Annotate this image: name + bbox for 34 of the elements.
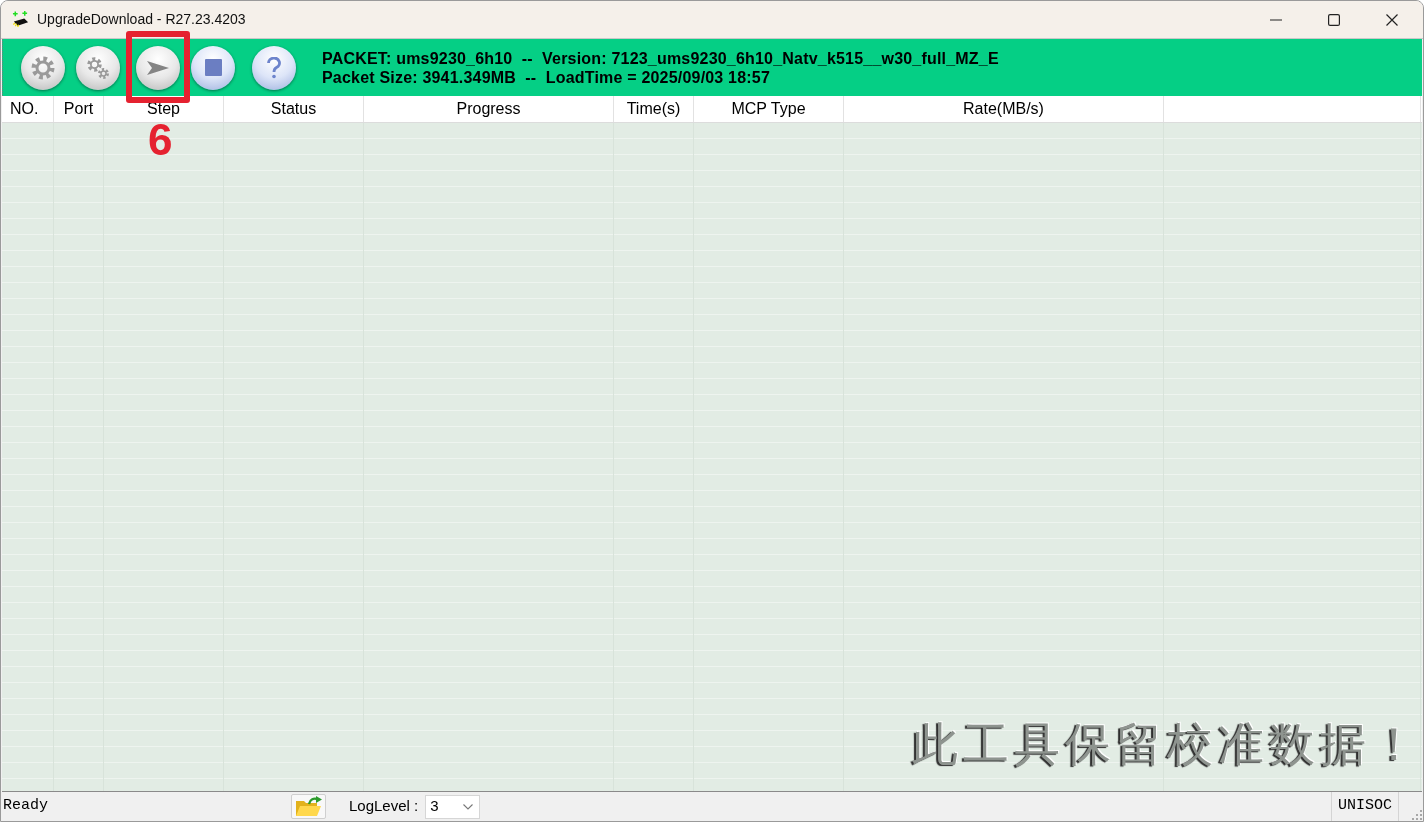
packet-info-text: PACKET: ums9230_6h10 -- Version: 7123_ums9230_6h10_Natv_k515__w30_full_MZ_E [322,48,999,68]
column-header[interactable]: Port [54,96,104,122]
options-button[interactable] [76,45,120,90]
packet-info-text: Packet Size: 3941.349MB -- LoadTime = 2025/09/03 18:57 [322,67,772,87]
open-folder-button[interactable] [291,794,326,819]
column-header[interactable]: Progress [364,96,614,122]
column-header[interactable]: Time(s) [614,96,694,122]
chevron-down-icon [463,803,474,810]
gear-icon [31,55,55,80]
column-header[interactable]: Status [224,96,364,122]
stop-icon [204,59,222,76]
column-header[interactable]: MCP Type [694,96,844,122]
start-button[interactable] [136,45,180,90]
window-title: UpgradeDownload - R27.23.4203 [37,10,246,29]
column-header[interactable]: Rate(MB/s) [844,96,1164,122]
column-header[interactable]: Step [104,96,224,122]
help-button[interactable] [252,45,296,90]
status-text: Ready [3,796,48,817]
column-header[interactable]: NO. [4,96,54,122]
minimize-icon [1270,18,1282,21]
maximize-icon [1328,13,1340,26]
arrow-icon [147,60,169,75]
close-icon [1386,13,1398,26]
stop-button[interactable] [191,45,235,90]
folder-icon [294,795,323,818]
vendor-text: UNISOC [1338,796,1392,817]
notice-text: 此工具保留校准数据！ [912,719,1422,769]
resize-grip-icon [1412,810,1422,820]
settings-button[interactable] [21,45,65,90]
chip-icon [12,11,29,28]
log-level-label: LogLevel : [349,796,419,817]
help-icon [267,56,281,79]
log-level-select[interactable]: 3 [425,794,481,819]
gears-icon [86,55,110,80]
